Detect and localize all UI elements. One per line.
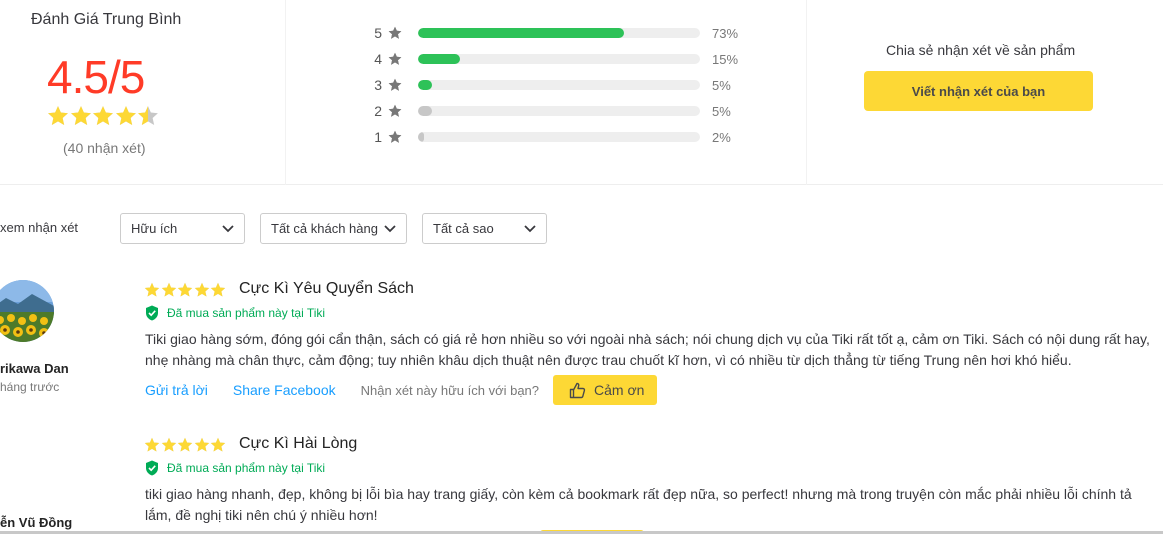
rating-bar-percent: 5% [712,77,731,93]
star-icon [161,437,176,452]
share-facebook-link[interactable]: Share Facebook [233,382,336,398]
rating-bar-fill [418,106,433,116]
rating-bar-percent: 73% [712,25,739,41]
star-icon [115,106,136,126]
review-title: Cực Kì Yêu Quyển Sách [239,280,414,297]
star-icon [210,282,226,297]
reply-link[interactable]: Gửi trả lời [145,382,208,398]
chevron-down-icon [222,224,234,232]
share-review-panel: Chia sẻ nhận xét về sản phẩm Viết nhận x… [808,0,1163,185]
star-icon [194,437,209,452]
rating-bar-fill [418,80,433,90]
thanks-button[interactable]: Cảm ơn [553,375,658,405]
share-review-text: Chia sẻ nhận xét về sản phẩm [886,42,1076,58]
avatar [0,280,54,342]
star-icon [194,282,209,297]
verified-shield-icon [146,305,158,321]
customer-filter-select[interactable]: Tất cả khách hàng [260,213,407,244]
review-stars [144,437,227,453]
star-icon [70,106,91,126]
star-filter-value: Tất cả sao [433,221,494,236]
rating-bar-stars: 2 [374,103,382,119]
star-icon [388,52,402,65]
rating-bar-row: 4 15% [372,46,752,72]
sort-select-value: Hữu ích [131,221,178,236]
rating-bar-fill [418,54,461,64]
rating-bar-row: 3 5% [372,72,752,98]
review-stars [144,282,227,298]
rating-bar-row: 1 2% [372,124,752,150]
review-title: Cực Kì Hài Lòng [239,435,358,452]
average-stars [47,105,160,127]
reviewer-name: ễn Vũ Đồng [0,515,73,530]
avatar-image [0,280,54,342]
rating-bar-stars: 5 [374,25,382,41]
rating-bar-row: 5 73% [372,20,752,46]
rating-bar-track [418,54,700,64]
rating-bar-track [418,80,700,90]
star-icon [144,282,160,297]
star-icon [161,282,176,297]
rating-distribution: 5 73% 4 15% 3 5% 2 5% 1 2% [372,20,752,150]
average-score: 4.5/5 [47,51,145,103]
average-rating-panel: Đánh Giá Trung Bình 4.5/5 (40 nhận xét) [0,0,205,185]
verified-purchase: Đã mua sản phẩm này tại Tiki [145,460,325,476]
rating-bar-stars: 4 [374,51,382,67]
thanks-label: Cảm ơn [594,382,645,398]
star-filter-select[interactable]: Tất cả sao [422,213,547,244]
reviewer-name: rikawa Dan [0,361,69,376]
star-icon [388,130,402,143]
rating-bar-track [418,28,700,38]
customer-filter-value: Tất cả khách hàng [271,221,378,236]
star-icon [177,282,193,297]
star-icon [210,437,226,452]
star-icon [48,106,68,126]
verified-purchase-text: Đã mua sản phẩm này tại Tiki [167,461,326,475]
verified-purchase: Đã mua sản phẩm này tại Tiki [145,305,325,321]
review-actions: Gửi trả lời Share Facebook Nhận xét này … [145,375,658,405]
chevron-down-icon [524,224,536,232]
rating-bar-track [418,132,700,142]
rating-bar-stars: 3 [374,77,382,93]
star-icon [388,104,402,117]
filter-label: xem nhận xét [0,220,79,235]
rating-bar-percent: 15% [712,51,739,67]
rating-bar-percent: 2% [712,129,731,145]
rating-summary: Đánh Giá Trung Bình 4.5/5 (40 nhận xét) … [0,0,1163,185]
chevron-down-icon [384,224,396,232]
rating-bar-stars: 1 [374,129,382,145]
rating-bar-track [418,106,700,116]
rating-bar-row: 2 5% [372,98,752,124]
star-icon [177,437,193,452]
divider [806,0,807,185]
reviews-page: Đánh Giá Trung Bình 4.5/5 (40 nhận xét) … [0,0,1163,534]
verified-purchase-text: Đã mua sản phẩm này tại Tiki [167,306,326,320]
star-icon [388,78,402,91]
review-text: Tiki giao hàng sớm, đóng gói cẩn thận, s… [145,331,1150,368]
review-time: háng trước [0,380,60,394]
helpful-question: Nhận xét này hữu ích với bạn? [360,382,540,398]
rating-bar-fill [418,132,424,142]
thumbs-up-icon [569,382,586,398]
write-review-button[interactable]: Viết nhận xét của bạn [864,71,1093,111]
rating-bar-percent: 5% [712,103,731,119]
divider [285,0,286,185]
star-icon [93,106,113,126]
average-rating-title: Đánh Giá Trung Bình [31,11,182,28]
verified-shield-icon [146,460,158,476]
star-icon [388,26,402,39]
rating-bar-fill [418,28,624,38]
star-icon [138,106,158,126]
star-icon [144,437,160,452]
review-text: tiki giao hàng nhanh, đẹp, không bị lỗi … [145,486,1132,523]
sort-select[interactable]: Hữu ích [120,213,245,244]
review-count: (40 nhận xét) [63,140,146,156]
